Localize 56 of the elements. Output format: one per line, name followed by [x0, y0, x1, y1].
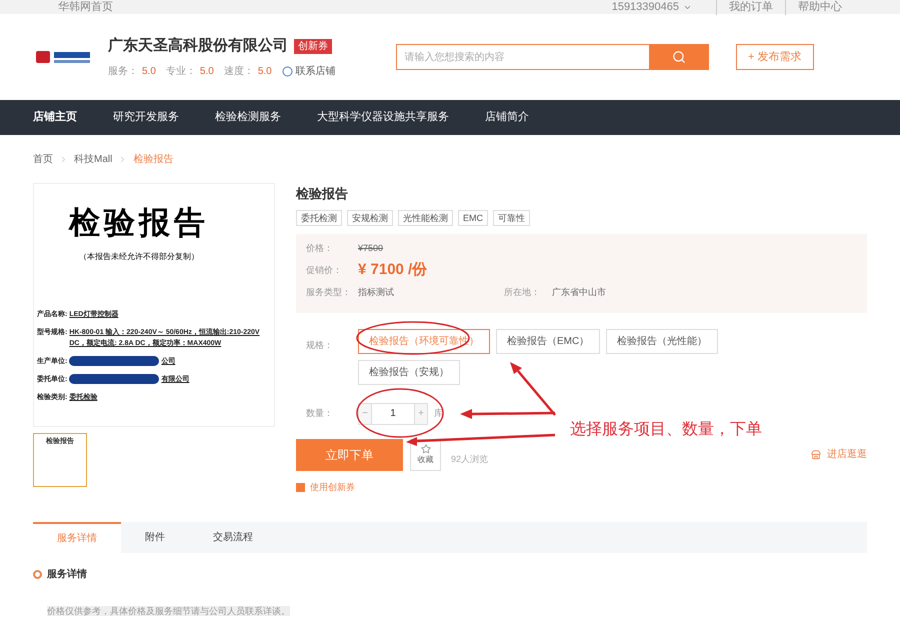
breadcrumb-link[interactable]: 首页 — [33, 152, 53, 166]
nav-item[interactable]: 检验检测服务 — [215, 109, 281, 126]
quantity-label: 数量： — [306, 406, 334, 420]
original-price: ¥7500 — [358, 242, 384, 254]
section-title: 服务详情 — [47, 567, 87, 582]
contact-shop-link[interactable]: 联系店铺 — [296, 64, 336, 79]
chevron-icon — [59, 154, 68, 164]
promo-price: ¥ 7100 /份 — [358, 260, 428, 280]
promo-price-label: 促销价： — [306, 264, 343, 276]
annotation-text: 选择服务项目、数量，下单 — [570, 418, 762, 440]
nav-item[interactable]: 研究开发服务 — [113, 109, 179, 126]
coupon-checkbox[interactable] — [296, 482, 305, 492]
spec-option[interactable]: 检验报告（安规） — [358, 360, 460, 384]
product-tag: 安规检测 — [347, 210, 393, 226]
product-tag: 委托检测 — [296, 210, 342, 226]
document-subtitle: （本报告未经允许不得部分复制） — [78, 250, 200, 262]
view-count: 92人浏览 — [451, 453, 488, 466]
rating-value: 5.0 — [200, 64, 214, 79]
price-note: 价格仅供参考，具体价格及服务细节请与公司人员联系详谈。 — [47, 606, 290, 616]
detail-tab[interactable]: 交易流程 — [189, 522, 277, 553]
nav-item[interactable]: 店铺简介 — [485, 109, 529, 126]
service-type-label: 服务类型： — [306, 286, 352, 298]
product-tag: EMC — [458, 210, 488, 226]
breadcrumb-link[interactable]: 科技Mall — [74, 152, 112, 166]
nav-item[interactable]: 店铺主页 — [33, 109, 77, 126]
shop-icon — [811, 450, 821, 460]
rating-value: 5.0 — [258, 64, 272, 79]
rating-value: 5.0 — [142, 64, 156, 79]
spec-option[interactable]: 检验报告（EMC） — [496, 328, 600, 354]
spec-label: 规格： — [306, 338, 334, 352]
top-link[interactable]: 帮助中心 — [785, 0, 842, 16]
document-title: 检验报告 — [68, 204, 210, 243]
search-icon — [672, 50, 686, 64]
rating-label: 专业： — [166, 64, 196, 79]
product-title: 检验报告 — [296, 185, 349, 203]
price-label: 价格： — [306, 242, 334, 254]
shop-name: 广东天圣高科股份有限公司 — [108, 36, 288, 56]
location-label: 所在地： — [504, 286, 541, 298]
search-field[interactable]: 请输入您想搜索的内容 — [396, 44, 650, 70]
nav-item[interactable]: 大型科学仪器设施共享服务 — [317, 109, 449, 126]
chat-icon — [282, 66, 293, 77]
home-link[interactable]: 华韩网首页 — [58, 0, 113, 16]
rating-label: 速度： — [224, 64, 254, 79]
phone-number[interactable]: 15913390465 — [612, 0, 679, 16]
product-tag: 可靠性 — [493, 210, 530, 226]
service-type: 指标测试 — [358, 286, 395, 298]
detail-tab[interactable]: 附件 — [121, 522, 189, 553]
product-tag: 光性能检测 — [398, 210, 453, 226]
location: 广东省中山市 — [552, 286, 606, 298]
coupon-badge: 创新券 — [294, 39, 332, 54]
star-icon — [420, 444, 430, 454]
top-link[interactable]: 我的订单 — [716, 0, 773, 16]
search-button[interactable] — [650, 44, 709, 70]
section-bullet-icon — [33, 570, 42, 579]
rating-label: 服务： — [108, 64, 138, 79]
spec-option[interactable]: 检验报告（光性能） — [606, 328, 718, 354]
